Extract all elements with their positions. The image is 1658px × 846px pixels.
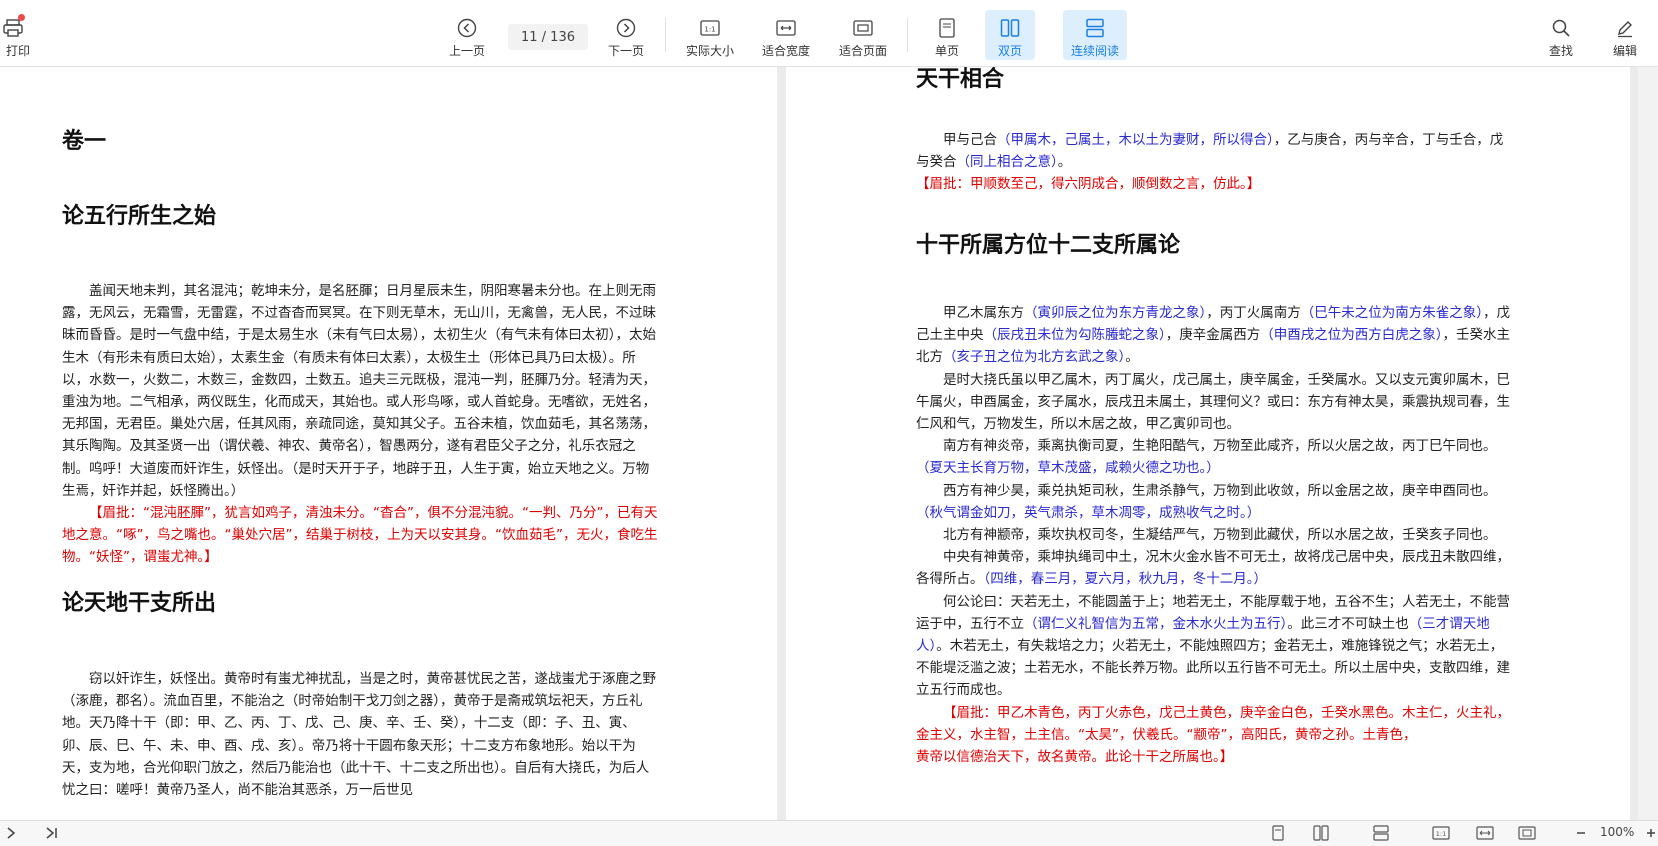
search-icon	[1549, 16, 1573, 40]
print-label: 打印	[5, 44, 30, 58]
section-title: 论天地干支所出	[62, 590, 217, 616]
actual-size-icon: 1:1	[698, 16, 722, 40]
continuous-reading-icon	[1083, 16, 1107, 40]
next-page-button[interactable]: 下一页	[595, 10, 657, 60]
single-page-view-icon[interactable]	[1270, 825, 1286, 841]
right-page: 天干相合 甲与己合（甲属木，己属土，木以土为妻财，所以得合），乙与庚合，丙与辛合…	[786, 67, 1630, 820]
document-viewer[interactable]: 卷一 论五行所生之始 盖闻天地未判，其名混沌；乾坤未分，是名胚腪；日月星辰未生，…	[0, 67, 1658, 820]
pen-icon	[1613, 16, 1637, 40]
section-title: 论五行所生之始	[62, 203, 217, 229]
page-number-input[interactable]: 11 / 136	[508, 24, 588, 50]
toolbar: 打印 上一页 11 / 136 下一页 1:1 实际大小 适合宽度 适合页面 单…	[0, 0, 1658, 67]
single-page-button[interactable]: 单页	[916, 10, 978, 60]
double-page-icon	[998, 16, 1022, 40]
fit-page-button[interactable]: 适合页面	[832, 10, 894, 60]
toolbar-divider	[665, 18, 666, 52]
paragraph: 窃以奸诈生，妖怪出。黄帝时有蚩尤神扰乱，当是之时，黄帝甚忧民之苦，遂战蚩尤于涿鹿…	[62, 671, 656, 799]
fit-width-icon	[774, 16, 798, 40]
fit-width-button[interactable]: 适合宽度	[755, 10, 817, 60]
vertical-scrollbar[interactable]	[1638, 67, 1658, 820]
margin-comment: 黄帝以信德治天下，故名黄帝。此论十干之所属也。】	[916, 749, 1234, 766]
fit-width-label: 适合宽度	[761, 44, 810, 58]
fit-page-icon[interactable]	[1518, 825, 1536, 841]
last-page-icon[interactable]	[44, 825, 60, 841]
search-button[interactable]: 查找	[1530, 10, 1592, 60]
zoom-in-icon[interactable]	[1645, 825, 1657, 841]
fit-width-icon[interactable]	[1476, 825, 1494, 841]
single-page-label: 单页	[934, 44, 959, 58]
section-title: 十干所属方位十二支所属论	[916, 232, 1181, 258]
continuous-reading-button[interactable]: 连续阅读	[1063, 10, 1127, 60]
actual-size-icon[interactable]: 1:1	[1432, 825, 1450, 841]
toolbar-divider	[907, 18, 908, 52]
prev-page-label: 上一页	[448, 44, 485, 58]
volume-title: 卷一	[62, 128, 107, 154]
prev-page-button[interactable]: 上一页	[436, 10, 498, 60]
edit-button[interactable]: 编辑	[1594, 10, 1656, 60]
actual-size-label: 实际大小	[685, 44, 734, 58]
continuous-view-icon[interactable]	[1372, 825, 1390, 841]
fit-page-label: 适合页面	[838, 44, 887, 58]
edit-label: 编辑	[1612, 44, 1637, 58]
section-title: 天干相合	[916, 67, 1005, 92]
paragraph: 甲与己合（甲属木，己属土，木以土为妻财，所以得合），乙与庚合，丙与辛合，丁与壬合…	[916, 132, 1504, 193]
fit-page-icon	[851, 16, 875, 40]
single-page-icon	[935, 16, 959, 40]
notification-badge	[18, 14, 25, 21]
zoom-out-icon[interactable]	[1574, 825, 1588, 841]
double-page-button[interactable]: 双页	[985, 10, 1035, 60]
double-page-label: 双页	[997, 44, 1022, 58]
search-label: 查找	[1548, 44, 1573, 58]
margin-comment: 【眉批：甲顺数至己，得六阴成合，顺倒数之言，仿此。】	[916, 176, 1261, 193]
chevron-left-circle-icon	[455, 16, 479, 40]
paragraph: 盖闻天地未判，其名混沌；乾坤未分，是名胚腪；日月星辰未生，阴阳寒暑未分也。在上则…	[62, 280, 660, 569]
status-bar: 1:1 100%	[0, 820, 1658, 846]
double-page-view-icon[interactable]	[1312, 825, 1330, 841]
zoom-level[interactable]: 100%	[1600, 825, 1634, 839]
margin-comment: 【眉批：甲乙木青色，丙丁火赤色，戊己土黄色，庚辛金白色，壬癸水黑色。木主仁，火主…	[916, 704, 1510, 743]
left-page: 卷一 论五行所生之始 盖闻天地未判，其名混沌；乾坤未分，是名胚腪；日月星辰未生，…	[0, 67, 777, 820]
expand-sidebar-icon[interactable]	[4, 825, 18, 841]
margin-comment: 【眉批：“混沌胚腪”，犹言如鸡子，清浊未分。“杳合”，俱不分混沌貌。“一判、乃分…	[62, 505, 658, 566]
svg-text:1:1: 1:1	[704, 26, 715, 34]
actual-size-button[interactable]: 1:1 实际大小	[679, 10, 741, 60]
paragraph: 甲乙木属东方（寅卯辰之位为东方青龙之象），丙丁火属南方（巳午未之位为南方朱雀之象…	[916, 302, 1514, 768]
svg-text:1:1: 1:1	[1436, 830, 1446, 838]
next-page-label: 下一页	[607, 44, 644, 58]
chevron-right-circle-icon	[614, 16, 638, 40]
continuous-reading-label: 连续阅读	[1070, 44, 1119, 58]
